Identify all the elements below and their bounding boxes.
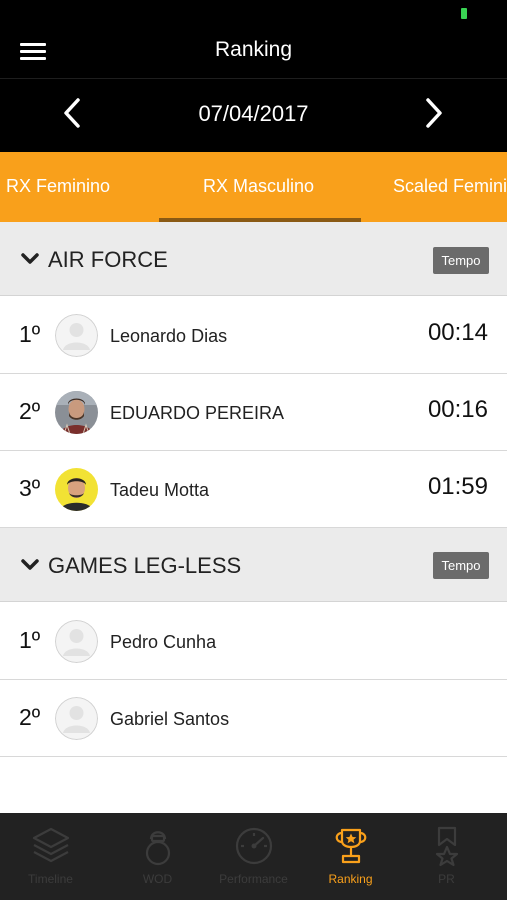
bottom-navigation: Timeline WOD Performance Ranking PR [0, 813, 507, 900]
next-date-button[interactable] [418, 96, 448, 130]
ranking-row[interactable]: 1º Leonardo Dias 00:14 [0, 297, 507, 374]
section-title: GAMES LEG-LESS [48, 553, 242, 578]
chevron-right-icon [426, 98, 442, 128]
athlete-name: EDUARDO PEREIRA [110, 403, 285, 423]
nav-item-wod[interactable]: WOD [107, 813, 208, 900]
gauge-icon [235, 827, 273, 865]
metric-badge: Tempo [433, 247, 489, 274]
medal-icon [435, 826, 459, 867]
ranking-row[interactable]: 3º Tadeu Motta 01:59 [0, 451, 507, 528]
rank-position: 1º [19, 321, 41, 347]
athlete-name: Pedro Cunha [110, 632, 217, 652]
user-placeholder-icon [55, 620, 98, 663]
user-photo-icon [55, 468, 98, 511]
nav-item-performance[interactable]: Performance [203, 813, 304, 900]
tab-scaled-feminino[interactable]: Scaled Feminino [393, 176, 507, 197]
battery-indicator [461, 8, 467, 19]
layers-icon [32, 827, 70, 863]
rank-position: 3º [19, 475, 41, 501]
nav-label: Timeline [28, 872, 73, 886]
nav-label: WOD [142, 872, 173, 886]
avatar-photo [55, 468, 98, 511]
nav-item-timeline[interactable]: Timeline [0, 813, 101, 900]
chevron-down-icon [21, 253, 39, 264]
user-photo-icon [55, 391, 98, 434]
avatar-placeholder [55, 314, 98, 357]
user-placeholder-icon [55, 697, 98, 740]
rank-position: 2º [19, 704, 41, 730]
trophy-icon [335, 828, 367, 864]
result-time: 00:14 [427, 319, 488, 346]
tab-rx-feminino[interactable]: RX Feminino [6, 176, 110, 197]
rank-position: 2º [19, 398, 41, 424]
tab-rx-masculino[interactable]: RX Masculino [203, 176, 314, 197]
ranking-row[interactable]: 1º Pedro Cunha [0, 603, 507, 680]
avatar-placeholder [55, 697, 98, 740]
ranking-row[interactable]: 2º Gabriel Santos [0, 680, 507, 757]
athlete-name: Leonardo Dias [110, 326, 228, 346]
category-tabs: RX Feminino RX Masculino Scaled Feminino [0, 152, 507, 222]
result-time: 00:16 [427, 396, 488, 423]
header-divider [0, 78, 507, 79]
user-placeholder-icon [55, 314, 98, 357]
section-title: AIR FORCE [48, 247, 168, 272]
nav-item-pr[interactable]: PR [396, 813, 497, 900]
ranking-row[interactable]: 2º EDUARDO PEREIRA 00:16 [0, 374, 507, 451]
avatar-placeholder [55, 620, 98, 663]
kettlebell-icon [145, 831, 171, 866]
app-header: Ranking 07/04/2017 [0, 0, 507, 152]
chevron-down-icon [21, 559, 39, 570]
athlete-name: Gabriel Santos [110, 709, 230, 729]
nav-label: Ranking [328, 872, 373, 886]
avatar-photo [55, 391, 98, 434]
nav-label: PR [438, 872, 455, 886]
nav-item-ranking[interactable]: Ranking [300, 813, 401, 900]
rank-position: 1º [19, 627, 41, 653]
athlete-name: Tadeu Motta [110, 480, 210, 500]
nav-label: Performance [219, 872, 288, 886]
section-header-games-leg-less[interactable]: GAMES LEG-LESS [0, 528, 507, 602]
page-title: Ranking [214, 38, 293, 61]
result-time: 01:59 [427, 473, 488, 500]
metric-badge: Tempo [433, 552, 489, 579]
section-header-air-force[interactable]: AIR FORCE [0, 222, 507, 296]
